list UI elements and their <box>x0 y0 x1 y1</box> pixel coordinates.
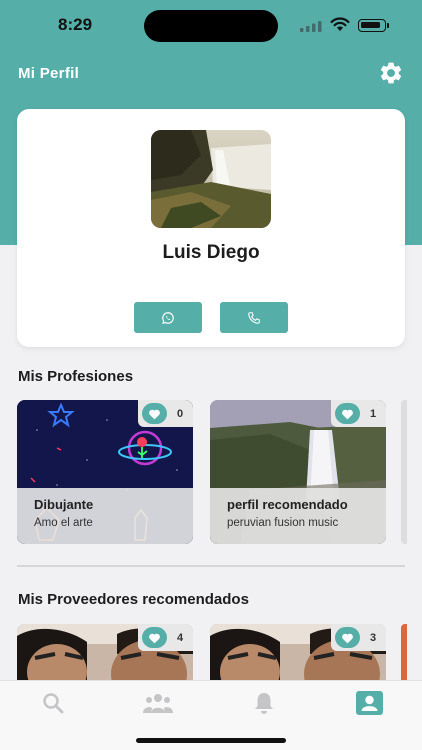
avatar-waterfall-image <box>151 130 271 228</box>
professions-list: 0 Dibujante Amo el arte 1 perfil recomen… <box>17 400 422 550</box>
nav-community[interactable] <box>143 690 173 716</box>
profession-card[interactable]: 1 perfil recomendado peruvian fusion mus… <box>210 400 386 544</box>
likes-badge[interactable]: 0 <box>138 400 193 427</box>
search-icon <box>43 693 64 714</box>
heart-icon <box>142 627 167 648</box>
provider-card[interactable]: 4 <box>17 624 193 680</box>
status-time: 8:29 <box>58 15 93 34</box>
card-info: perfil recomendado peruvian fusion music <box>210 488 386 544</box>
profile-card: Luis Diego <box>17 109 405 347</box>
profile-name: Luis Diego <box>162 242 260 263</box>
whatsapp-icon <box>162 311 174 324</box>
likes-count: 4 <box>177 631 184 644</box>
wifi-icon <box>330 17 350 31</box>
card-subtitle: peruvian fusion music <box>227 517 339 529</box>
status-bar: 8:29 <box>0 0 422 50</box>
nav-profile[interactable] <box>354 690 384 716</box>
next-card-peek[interactable] <box>401 400 407 544</box>
likes-badge[interactable]: 1 <box>331 400 386 427</box>
card-info: Dibujante Amo el arte <box>17 488 193 544</box>
heart-icon <box>142 403 167 424</box>
likes-badge[interactable]: 3 <box>331 624 386 651</box>
nav-notifications[interactable] <box>249 690 279 716</box>
cellular-signal-icon <box>300 21 322 32</box>
likes-count: 1 <box>370 407 377 420</box>
battery-tip <box>387 23 389 28</box>
providers-list: 4 3 <box>17 624 422 680</box>
card-title: Dibujante <box>34 497 94 512</box>
likes-count: 3 <box>370 631 377 644</box>
gear-icon[interactable] <box>378 60 404 86</box>
heart-icon <box>335 403 360 424</box>
heart-icon <box>335 627 360 648</box>
nav-search[interactable] <box>38 690 68 716</box>
section-divider <box>17 565 405 567</box>
page-title: Mi Perfil <box>18 65 80 82</box>
profile-icon <box>355 691 383 715</box>
card-title: perfil recomendado <box>227 497 348 512</box>
battery-icon <box>358 19 386 32</box>
card-subtitle: Amo el arte <box>34 517 93 529</box>
likes-badge[interactable]: 4 <box>138 624 193 651</box>
group-icon <box>143 694 173 713</box>
phone-icon <box>248 311 260 324</box>
phone-button[interactable] <box>220 302 288 333</box>
home-indicator <box>136 738 286 743</box>
profession-card[interactable]: 0 Dibujante Amo el arte <box>17 400 193 544</box>
next-card-peek[interactable] <box>401 624 407 680</box>
providers-title: Mis Proveedores recomendados <box>18 591 249 608</box>
likes-count: 0 <box>177 407 184 420</box>
avatar[interactable] <box>151 130 271 228</box>
dynamic-island <box>144 10 278 42</box>
professions-title: Mis Profesiones <box>18 368 134 385</box>
provider-card[interactable]: 3 <box>210 624 386 680</box>
whatsapp-button[interactable] <box>134 302 202 333</box>
bell-icon <box>255 693 273 714</box>
